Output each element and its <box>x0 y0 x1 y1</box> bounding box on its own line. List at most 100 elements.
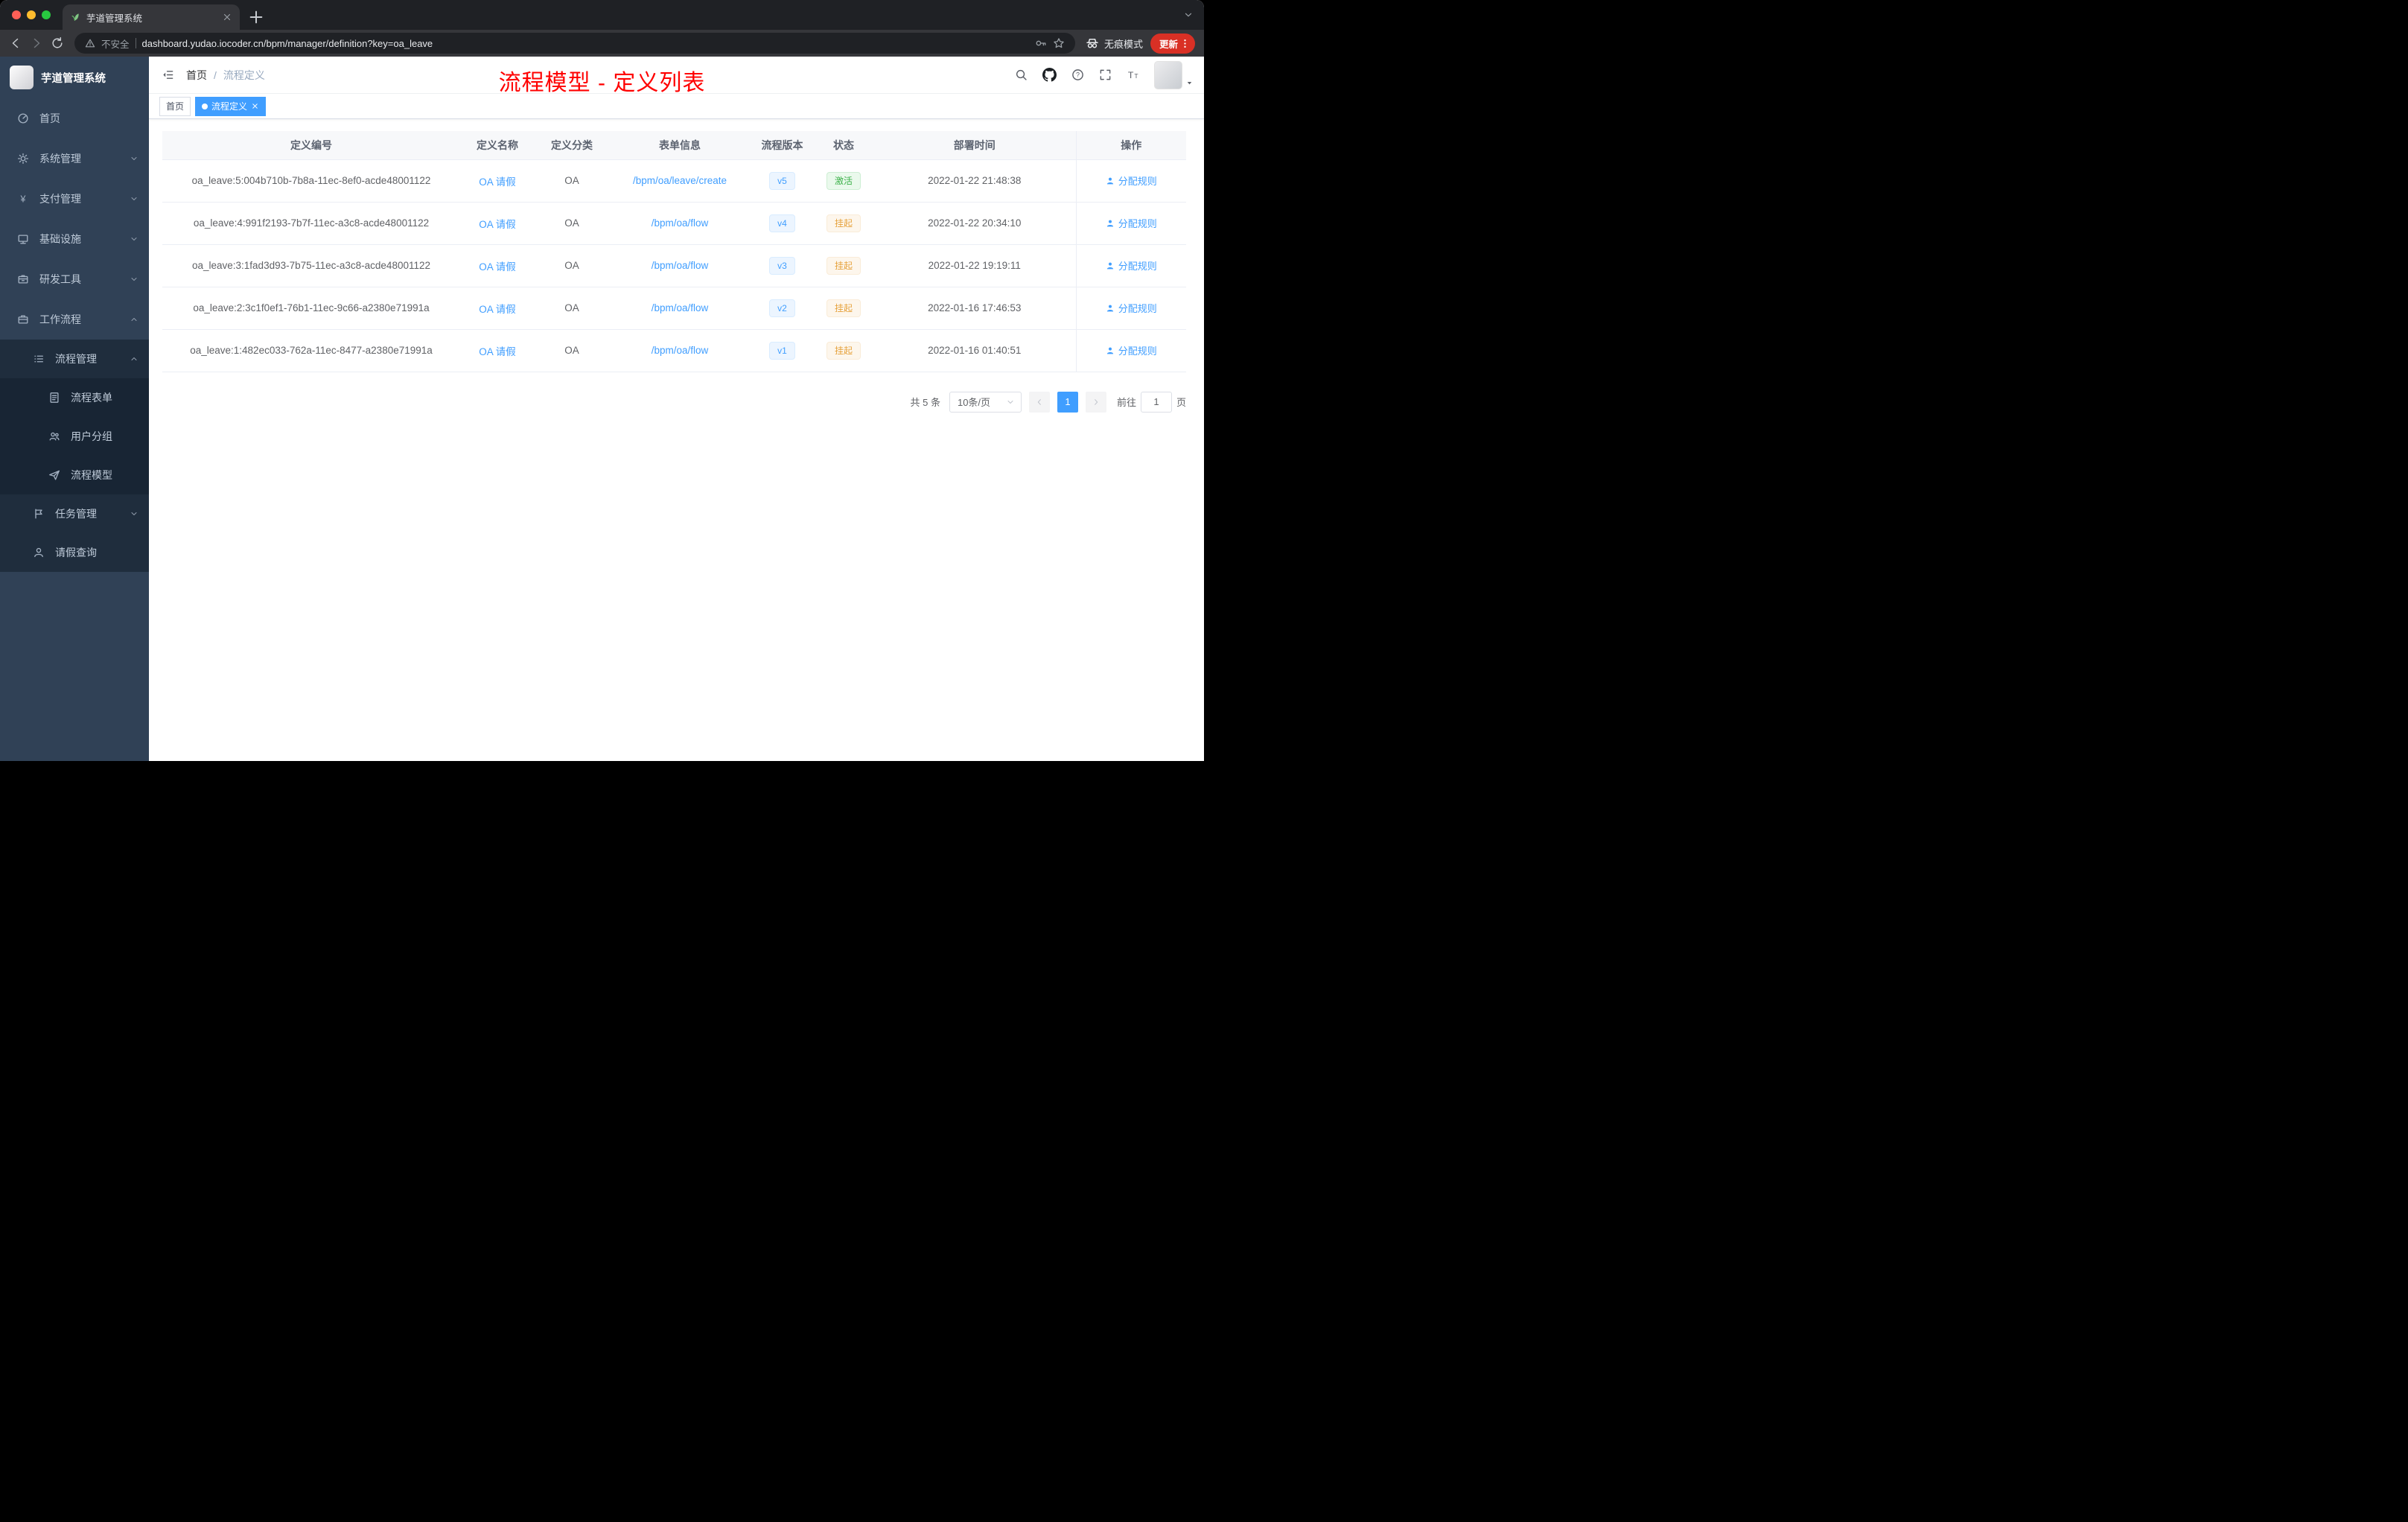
goto-label: 前往 <box>1116 397 1136 408</box>
sidebar-item-user-group[interactable]: 用户分组 <box>0 417 149 456</box>
deploy-time-cell: 2022-01-16 17:46:53 <box>873 287 1076 330</box>
definition-name-link[interactable]: OA 请假 <box>479 261 516 273</box>
fullscreen-icon[interactable] <box>1099 69 1112 81</box>
sidebar: 芋道管理系统 首页 系统管理 ¥ 支付管理 基础设施 研发工具工作流程流程管理 流程表单 用户… <box>0 57 149 761</box>
question-icon[interactable]: ? <box>1071 69 1084 81</box>
address-bar[interactable]: 不安全 dashboard.yudao.iocoder.cn/bpm/manag… <box>74 33 1075 54</box>
definition-name-cell: OA 请假 <box>460 287 535 330</box>
breadcrumb-current: 流程定义 <box>223 69 265 81</box>
next-page-button[interactable] <box>1085 391 1106 413</box>
definition-name-link[interactable]: OA 请假 <box>479 219 516 230</box>
form-link[interactable]: /bpm/oa/flow <box>652 302 709 313</box>
incognito-icon <box>1086 36 1099 50</box>
pagination-goto: 前往 页 <box>1116 391 1186 413</box>
column-header: 流程版本 <box>751 131 814 160</box>
form-link[interactable]: /bpm/oa/flow <box>652 260 709 271</box>
sidebar-item-workflow[interactable]: 工作流程 <box>0 299 149 340</box>
prev-page-button[interactable] <box>1028 391 1050 413</box>
goto-page-input[interactable] <box>1140 391 1172 413</box>
page-number-button[interactable]: 1 <box>1057 391 1078 413</box>
user-filled-icon <box>1106 346 1115 355</box>
deploy-time-cell: 2022-01-22 21:48:38 <box>873 159 1076 203</box>
search-icon[interactable] <box>1015 69 1028 81</box>
window-zoom-button[interactable] <box>42 10 51 19</box>
column-header: 定义编号 <box>162 131 460 160</box>
version-cell: v1 <box>751 329 814 372</box>
tag-label: 首页 <box>166 101 185 112</box>
browser-tab[interactable]: 芋道管理系统 <box>63 4 240 30</box>
assign-rule-link[interactable]: 分配规则 <box>1106 343 1157 357</box>
definition-name-link[interactable]: OA 请假 <box>479 176 516 188</box>
sidebar-item-process-mgmt[interactable]: 流程管理 <box>0 340 149 378</box>
sidebar-item-process-model[interactable]: 流程模型 <box>0 456 149 494</box>
tab-title: 芋道管理系统 <box>86 13 143 24</box>
sidebar-item-payment[interactable]: ¥ 支付管理 <box>0 179 149 219</box>
table-row: oa_leave:2:3c1f0ef1-76b1-11ec-9c66-a2380… <box>162 287 1186 330</box>
github-icon[interactable] <box>1042 68 1057 82</box>
status-tag: 激活 <box>826 171 861 190</box>
version-tag: v1 <box>769 341 795 360</box>
sidebar-item-label: 流程模型 <box>71 469 112 481</box>
assign-rule-link[interactable]: 分配规则 <box>1106 258 1157 273</box>
browser-tabstrip: 芋道管理系统 <box>0 0 1204 30</box>
active-tag-dot <box>202 103 208 109</box>
definition-name-cell: OA 请假 <box>460 202 535 245</box>
status-cell: 挂起 <box>814 287 873 330</box>
browser-window: 芋道管理系统 不安全 dashboard.yudao.iocoder.cn/bp… <box>0 0 1204 761</box>
form-link[interactable]: /bpm/oa/leave/create <box>633 175 727 186</box>
assign-rule-label: 分配规则 <box>1118 218 1157 229</box>
version-tag: v3 <box>769 256 795 275</box>
sidebar-item-infrastructure[interactable]: 基础设施 <box>0 219 149 259</box>
key-icon[interactable] <box>1035 37 1047 49</box>
definition-name-link[interactable]: OA 请假 <box>479 304 516 315</box>
table-header-row: 定义编号 定义名称 定义分类 表单信息 流程版本 状态 部署时间 操作 <box>162 131 1186 160</box>
close-icon[interactable] <box>251 102 259 110</box>
form-link[interactable]: /bpm/oa/flow <box>652 345 709 356</box>
sidebar-item-home[interactable]: 首页 <box>0 98 149 138</box>
column-header: 定义名称 <box>460 131 535 160</box>
sidebar-item-task-mgmt[interactable]: 任务管理 <box>0 494 149 533</box>
assign-rule-link[interactable]: 分配规则 <box>1106 301 1157 315</box>
user-menu[interactable] <box>1154 60 1194 89</box>
sidebar-item-dev-tools[interactable]: 研发工具 <box>0 259 149 299</box>
breadcrumb-home[interactable]: 首页 <box>186 68 207 83</box>
user-icon <box>33 547 45 558</box>
reload-icon[interactable] <box>51 36 64 50</box>
new-tab-button[interactable] <box>247 8 265 26</box>
definition-name-link[interactable]: OA 请假 <box>479 346 516 357</box>
browser-menu-icon[interactable] <box>1179 38 1191 49</box>
version-tag: v5 <box>769 171 795 190</box>
sidebar-item-label: 工作流程 <box>39 313 81 325</box>
page-unit-label: 页 <box>1176 397 1186 408</box>
page-size-select[interactable]: 10条/页 <box>949 391 1022 413</box>
sidebar-logo[interactable]: 芋道管理系统 <box>0 57 149 98</box>
sidebar-item-process-form[interactable]: 流程表单 <box>0 378 149 417</box>
tab-search-icon[interactable] <box>1183 10 1194 20</box>
font-size-icon[interactable]: TT <box>1127 69 1139 81</box>
sidebar-item-system[interactable]: 系统管理 <box>0 138 149 179</box>
form-link[interactable]: /bpm/oa/flow <box>652 217 709 229</box>
sidebar-item-leave-query[interactable]: 请假查询 <box>0 533 149 572</box>
star-icon[interactable] <box>1053 37 1065 49</box>
navbar-actions: ? TT <box>1015 60 1204 89</box>
update-button[interactable]: 更新 <box>1150 33 1195 54</box>
sidebar-fold-button[interactable] <box>149 57 186 94</box>
assign-rule-link[interactable]: 分配规则 <box>1106 173 1157 188</box>
category-cell: OA <box>535 159 609 203</box>
tab-close-icon[interactable] <box>222 12 232 22</box>
chevron-up-icon <box>130 315 138 324</box>
forward-icon[interactable] <box>30 36 43 50</box>
pagination-total: 共 5 条 <box>910 397 940 408</box>
window-minimize-button[interactable] <box>27 10 36 19</box>
view-tag[interactable]: 流程定义 <box>195 96 267 116</box>
pagination: 共 5 条 10条/页 1 前往 页 <box>162 391 1186 413</box>
definition-name-cell: OA 请假 <box>460 244 535 287</box>
window-close-button[interactable] <box>12 10 21 19</box>
assign-rule-link[interactable]: 分配规则 <box>1106 216 1157 230</box>
back-icon[interactable] <box>9 36 22 50</box>
version-cell: v3 <box>751 244 814 287</box>
column-header: 定义分类 <box>535 131 609 160</box>
view-tag[interactable]: 首页 <box>159 96 191 116</box>
action-cell: 分配规则 <box>1075 287 1186 330</box>
avatar <box>1154 60 1182 89</box>
